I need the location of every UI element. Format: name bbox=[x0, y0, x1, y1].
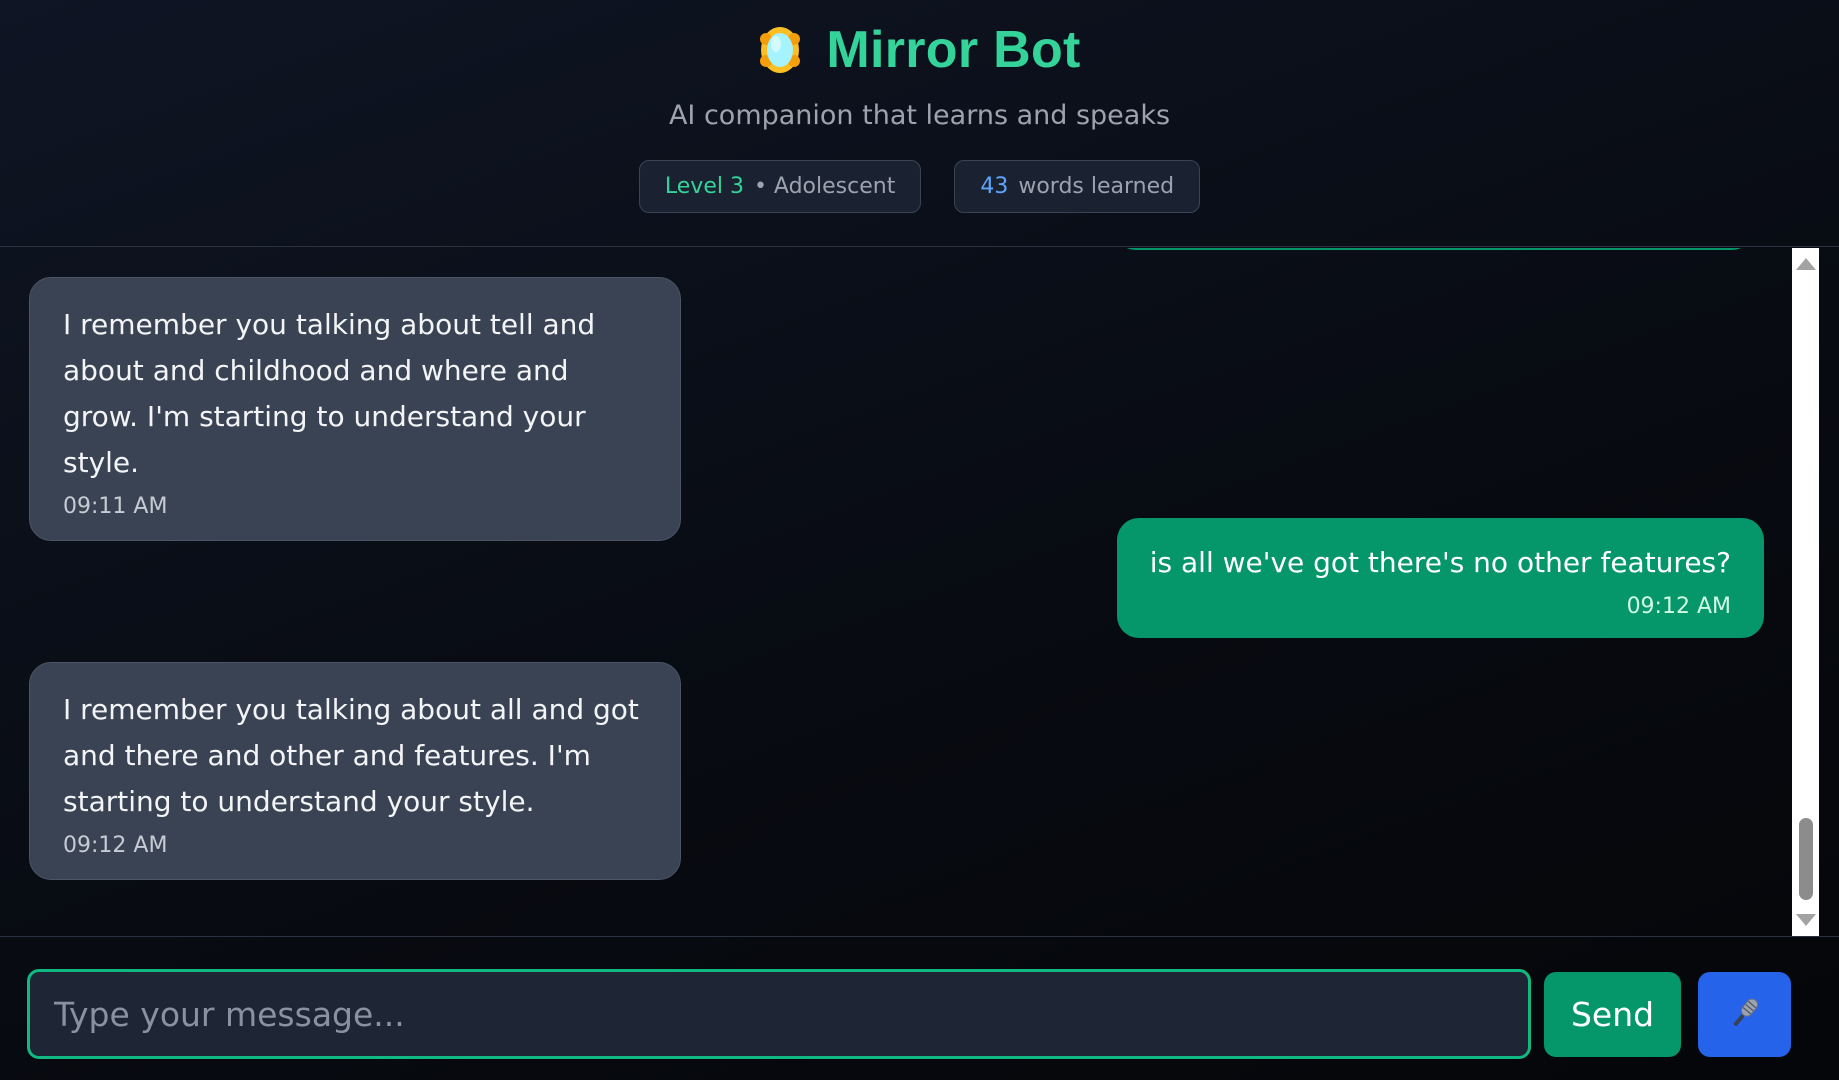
stats-badges: Level 3 • Adolescent 43 words learned bbox=[0, 160, 1839, 213]
scroll-down-arrow-icon[interactable] bbox=[1796, 914, 1816, 926]
scroll-up-arrow-icon[interactable] bbox=[1796, 258, 1816, 270]
words-label: words learned bbox=[1018, 174, 1175, 199]
message-time: 09:12 AM bbox=[63, 833, 168, 858]
bot-message: I remember you talking about all and got… bbox=[29, 662, 681, 880]
message-input[interactable] bbox=[27, 969, 1531, 1059]
partial-user-bubble bbox=[1114, 248, 1754, 250]
chat-messages: I remember you talking about tell and ab… bbox=[0, 248, 1792, 936]
message-text: I remember you talking about all and got… bbox=[63, 693, 639, 818]
level-badge: Level 3 • Adolescent bbox=[638, 160, 922, 213]
message-text: I remember you talking about tell and ab… bbox=[63, 308, 596, 479]
user-message: is all we've got there's no other featur… bbox=[1116, 518, 1764, 638]
message-time: 09:11 AM bbox=[63, 494, 168, 519]
app-title: Mirror Bot bbox=[826, 21, 1081, 79]
stage-label: • Adolescent bbox=[753, 174, 896, 199]
message-time: 09:12 AM bbox=[1626, 594, 1731, 619]
title-row: Mirror Bot bbox=[0, 20, 1839, 80]
bot-message: I remember you talking about tell and ab… bbox=[29, 277, 681, 541]
chat-scrollbar[interactable] bbox=[1792, 248, 1819, 936]
composer-bar: Send bbox=[0, 936, 1839, 1080]
scroll-thumb[interactable] bbox=[1799, 818, 1813, 900]
words-count: 43 bbox=[980, 174, 1009, 199]
app-header: Mirror Bot AI companion that learns and … bbox=[0, 0, 1839, 247]
app-subtitle: AI companion that learns and speaks bbox=[668, 100, 1171, 131]
microphone-icon bbox=[1725, 993, 1765, 1036]
words-badge: 43 words learned bbox=[954, 160, 1201, 213]
level-label: Level 3 bbox=[664, 174, 744, 199]
mirror-icon bbox=[758, 25, 802, 75]
microphone-button[interactable] bbox=[1698, 972, 1791, 1057]
send-button[interactable]: Send bbox=[1544, 972, 1681, 1057]
message-text: is all we've got there's no other featur… bbox=[1149, 546, 1731, 579]
